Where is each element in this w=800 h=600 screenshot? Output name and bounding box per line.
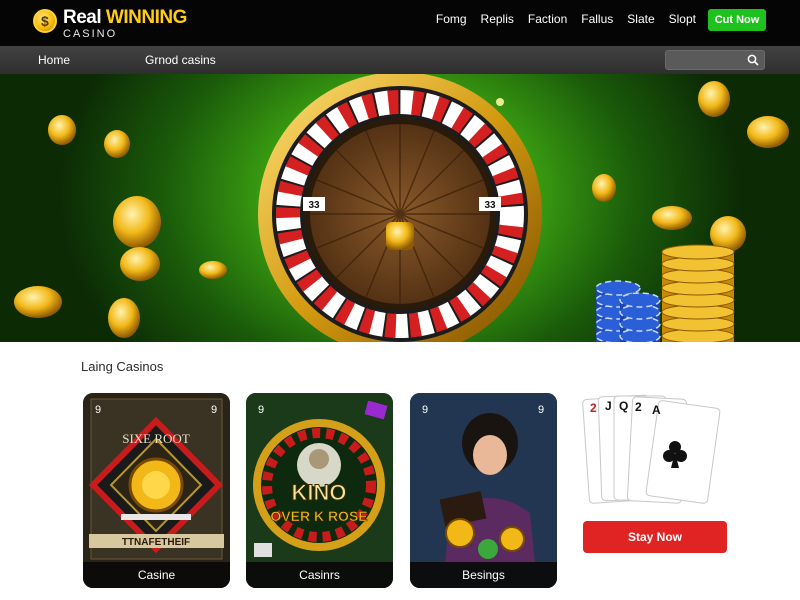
card-2-label: Casinrs [246,562,393,588]
hero-banner: 33 33 [0,74,800,342]
subnav-item-grand-casinos[interactable]: Grnod casins [145,53,216,67]
logo-subtitle: CASINO [63,28,118,40]
card-3-label: Besings [410,562,557,588]
card-3-corner-left: 9 [422,404,428,416]
coin-icon [33,9,57,33]
card-1-corner-right: 9 [211,404,217,416]
card-1-label: Casine [83,562,230,588]
top-nav-item-6[interactable]: Slopt [669,12,696,26]
top-nav-item-2[interactable]: Replis [481,12,514,26]
logo-title: Real WINNING [63,7,187,29]
playing-card-5: A [652,403,661,417]
card-1-art-banner: TTNAFETHEIF [122,537,190,548]
card-2-art-subtitle: OVER K ROSE [270,508,367,524]
search-input[interactable] [670,53,742,67]
coin-stack [661,244,735,342]
top-nav-item-5[interactable]: Slate [627,12,654,26]
hero-illustration: 33 33 [14,74,789,342]
search-icon[interactable] [747,54,759,66]
card-2-art-title: KINO [292,480,347,505]
playing-cards-illustration: 2 J Q 2 A [582,394,721,504]
poker-chips [595,280,661,342]
card-2-corner: 9 [258,404,264,416]
subnav-item-home[interactable]: Home [38,53,70,67]
card-3-art: 9 9 [410,393,557,588]
casino-card-2[interactable]: KINO OVER K ROSE 9 Casinrs [246,393,393,588]
casino-card-1[interactable]: SIXE ROOT TTNAFETHEIF 9 9 Casine [83,393,230,588]
card-1-corner-left: 9 [95,404,101,416]
secondary-nav: Home Grnod casins [0,46,800,74]
playing-card-2: J [605,399,612,413]
logo-word-winning: WINNING [105,7,187,28]
top-nav-item-1[interactable]: Fomg [436,12,467,26]
playing-card-1: 2 [590,401,597,415]
card-3-corner-right: 9 [538,404,544,416]
card-1-art-title: SIXE ROOT [122,431,190,446]
top-nav-item-3[interactable]: Faction [528,12,567,26]
card-1-art: SIXE ROOT TTNAFETHEIF 9 9 [83,393,230,588]
section-title: Laing Casinos [81,359,164,374]
top-nav-item-4[interactable]: Fallus [581,12,613,26]
casino-card-3[interactable]: 9 9 Besings [410,393,557,588]
logo-word-real: Real [63,7,102,28]
roulette-wheel: 33 33 [258,74,542,342]
top-header: Real WINNING CASINO Fomg Replis Faction … [0,0,800,46]
top-nav: Fomg Replis Faction Fallus Slate Slopt [436,12,696,26]
search-box[interactable] [665,50,765,70]
site-logo[interactable]: Real WINNING CASINO [33,6,187,42]
wheel-label-right: 33 [484,200,496,211]
cta-top-button[interactable]: Cut Now [708,9,766,31]
playing-card-3: Q [619,399,628,413]
playing-card-4: 2 [635,400,642,414]
wheel-label-left: 33 [308,200,320,211]
stay-now-button[interactable]: Stay Now [583,521,727,553]
card-2-art: KINO OVER K ROSE 9 [246,393,393,588]
